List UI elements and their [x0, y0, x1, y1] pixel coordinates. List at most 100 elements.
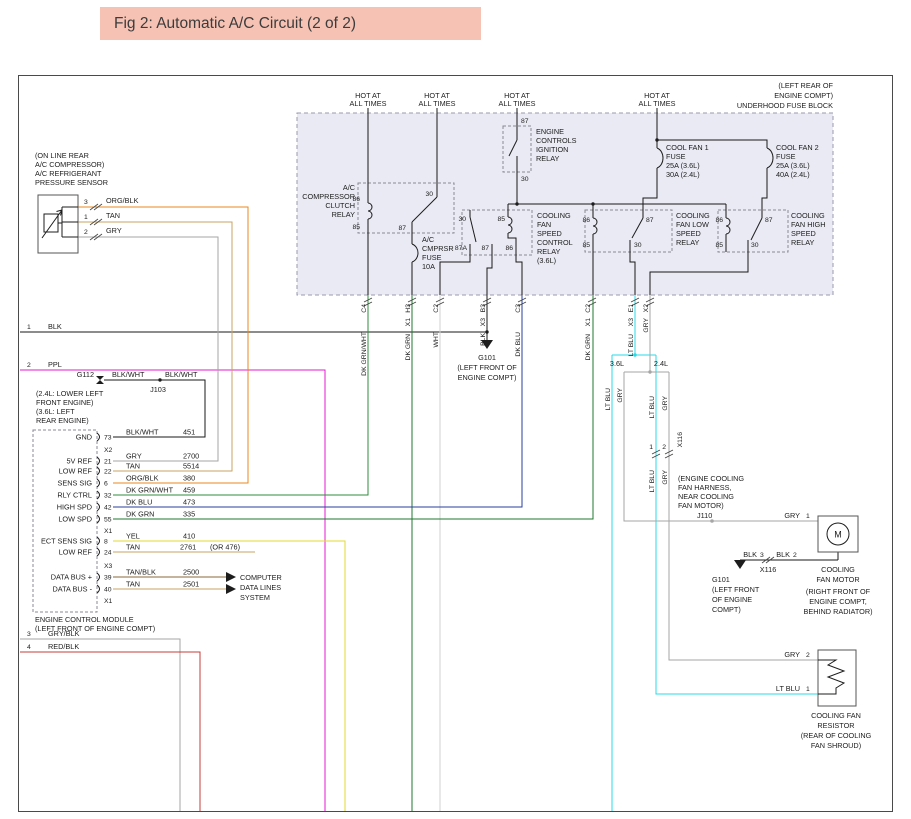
wire-color-label: GRY [617, 388, 624, 403]
ecm-pin-number: 55 [104, 517, 112, 524]
ac-fuse-label: FUSE [422, 253, 442, 262]
resistor-location: (REAR OF COOLING [801, 731, 872, 740]
ecm-connector-group: X1 [104, 528, 113, 535]
sensor-pin-num: 3 [84, 199, 88, 206]
fuse2-label: 25A (3.6L) [776, 161, 810, 170]
wire-color-label: ORG/BLK [106, 196, 139, 205]
pin-87: 87 [646, 217, 654, 224]
speed-ctrl-relay-label: RELAY [537, 247, 561, 256]
connector-label: C2 [585, 304, 592, 313]
connector-label: X1 [405, 318, 412, 327]
harness-location: (ENGINE COOLING [678, 474, 744, 483]
connector-label: X2 [643, 304, 650, 313]
ecm-pin-number: 21 [104, 459, 112, 466]
harness-location: FAN HARNESS, [678, 483, 732, 492]
ecm-pin-name: LOW SPD [58, 515, 92, 524]
wire-color-label: BLK/WHT [165, 370, 198, 379]
pin-87: 87 [521, 118, 529, 125]
ignition-relay-label: RELAY [536, 154, 560, 163]
circuit-alt: (OR 476) [210, 543, 240, 552]
g101-left-location: (LEFT FRONT OF [457, 363, 517, 372]
harness-location: FAN MOTOR) [678, 501, 724, 510]
motor-label: FAN MOTOR [816, 575, 859, 584]
g112-location: (3.6L: LEFT [36, 407, 75, 416]
connector-label: C2 [433, 304, 440, 313]
j110-label: J110 [697, 511, 712, 520]
wire-color-label: BLK [743, 550, 757, 559]
pin-85: 85 [352, 224, 360, 231]
circuit-number: 380 [183, 474, 195, 483]
wire-color-label: BLK/WHT [112, 370, 145, 379]
resistor-label: COOLING FAN [811, 711, 861, 720]
speed-ctrl-relay-label: (3.6L) [537, 256, 556, 265]
junction-dot [591, 202, 594, 205]
pin-86: 86 [505, 245, 513, 252]
connector-label: X3 [628, 318, 635, 327]
pin-87: 87 [398, 225, 406, 232]
ecm-pin-name: DATA BUS - [53, 585, 93, 594]
wire-color-label: DK GRN [126, 510, 154, 519]
wire-color-label: GRY [662, 470, 669, 485]
wire-color-label: GRY [662, 396, 669, 411]
motor-m-symbol: M [834, 530, 842, 540]
speed-ctrl-relay-label: CONTROL [537, 238, 573, 247]
fuse1-label: COOL FAN 1 [666, 143, 709, 152]
circuit-number: 2700 [183, 452, 199, 461]
pin-85: 85 [582, 242, 590, 249]
junction-dot [655, 138, 658, 141]
fuse-block-location: ENGINE COMPT) [774, 91, 833, 100]
ac-fuse-label: A/C [422, 235, 434, 244]
pin-30: 30 [751, 242, 759, 249]
pin-30: 30 [634, 242, 642, 249]
wire-color-label: TAN [126, 543, 140, 552]
pin-85: 85 [497, 216, 505, 223]
clutch-relay-label: A/C [343, 183, 355, 192]
ecm-connector-group: X1 [104, 598, 113, 605]
ignition-relay-label: IGNITION [536, 145, 568, 154]
wire-color-label: LT BLU [649, 396, 656, 419]
fuse-block-name: UNDERHOOD FUSE BLOCK [737, 101, 833, 110]
hot-label: ALL TIMES [350, 99, 387, 108]
circuit-number: 451 [183, 428, 195, 437]
j103-label: J103 [150, 385, 166, 394]
gnd-pin-num: 3 [760, 552, 764, 559]
wire-color-label: DK BLU [126, 498, 152, 507]
speed-ctrl-relay-label: COOLING [537, 211, 571, 220]
wire-color-label: ORG/BLK [126, 474, 159, 483]
hot-label: ALL TIMES [419, 99, 456, 108]
low-relay-label: COOLING [676, 211, 710, 220]
sensor-location: PRESSURE SENSOR [35, 178, 108, 187]
clutch-relay-label: COMPRESSOR [302, 192, 355, 201]
wire-color-label: LT BLU [628, 334, 635, 357]
resistor-pin-num: 1 [806, 686, 810, 693]
wire-color-label: WHT [433, 332, 440, 347]
resistor-location: FAN SHROUD) [811, 741, 861, 750]
ecm-pin-name: LOW REF [59, 467, 93, 476]
sensor-pin-num: 2 [84, 229, 88, 236]
ecm-pin-name: LOW REF [59, 548, 93, 557]
circuit-diagram-svg: HOT AT ALL TIMES HOT AT ALL TIMES HOT AT… [0, 0, 911, 819]
connector-label: B3 [480, 304, 487, 313]
wire-color-label: GRY [106, 226, 122, 235]
wire-color-label: TAN [106, 211, 120, 220]
ecm-pin-name: 5V REF [66, 457, 92, 466]
wire-color-label: DK GRN/WHT [126, 486, 174, 495]
ecm-pin-number: 42 [104, 505, 112, 512]
ecm-pin-number: 40 [104, 587, 112, 594]
wire-color-label: BLK/WHT [126, 428, 159, 437]
resistor-label: RESISTOR [817, 721, 854, 730]
wire-color-label: GRY [784, 511, 800, 520]
x116-pin-num: 1 [649, 444, 653, 451]
wire-color-label: LT BLU [649, 470, 656, 493]
clutch-relay-label: CLUTCH [325, 201, 355, 210]
low-relay-label: SPEED [676, 229, 701, 238]
j103-splice-dot [158, 378, 161, 381]
connector-label: X3 [480, 318, 487, 327]
circuit-number: 2761 [180, 543, 196, 552]
pin-30: 30 [521, 176, 529, 183]
computer-data-label: SYSTEM [240, 593, 270, 602]
pin-87: 87 [481, 245, 489, 252]
g101-right-location: (LEFT FRONT [712, 585, 760, 594]
wire-color-label: TAN [126, 580, 140, 589]
ecm-pin-name: DATA BUS + [51, 573, 92, 582]
